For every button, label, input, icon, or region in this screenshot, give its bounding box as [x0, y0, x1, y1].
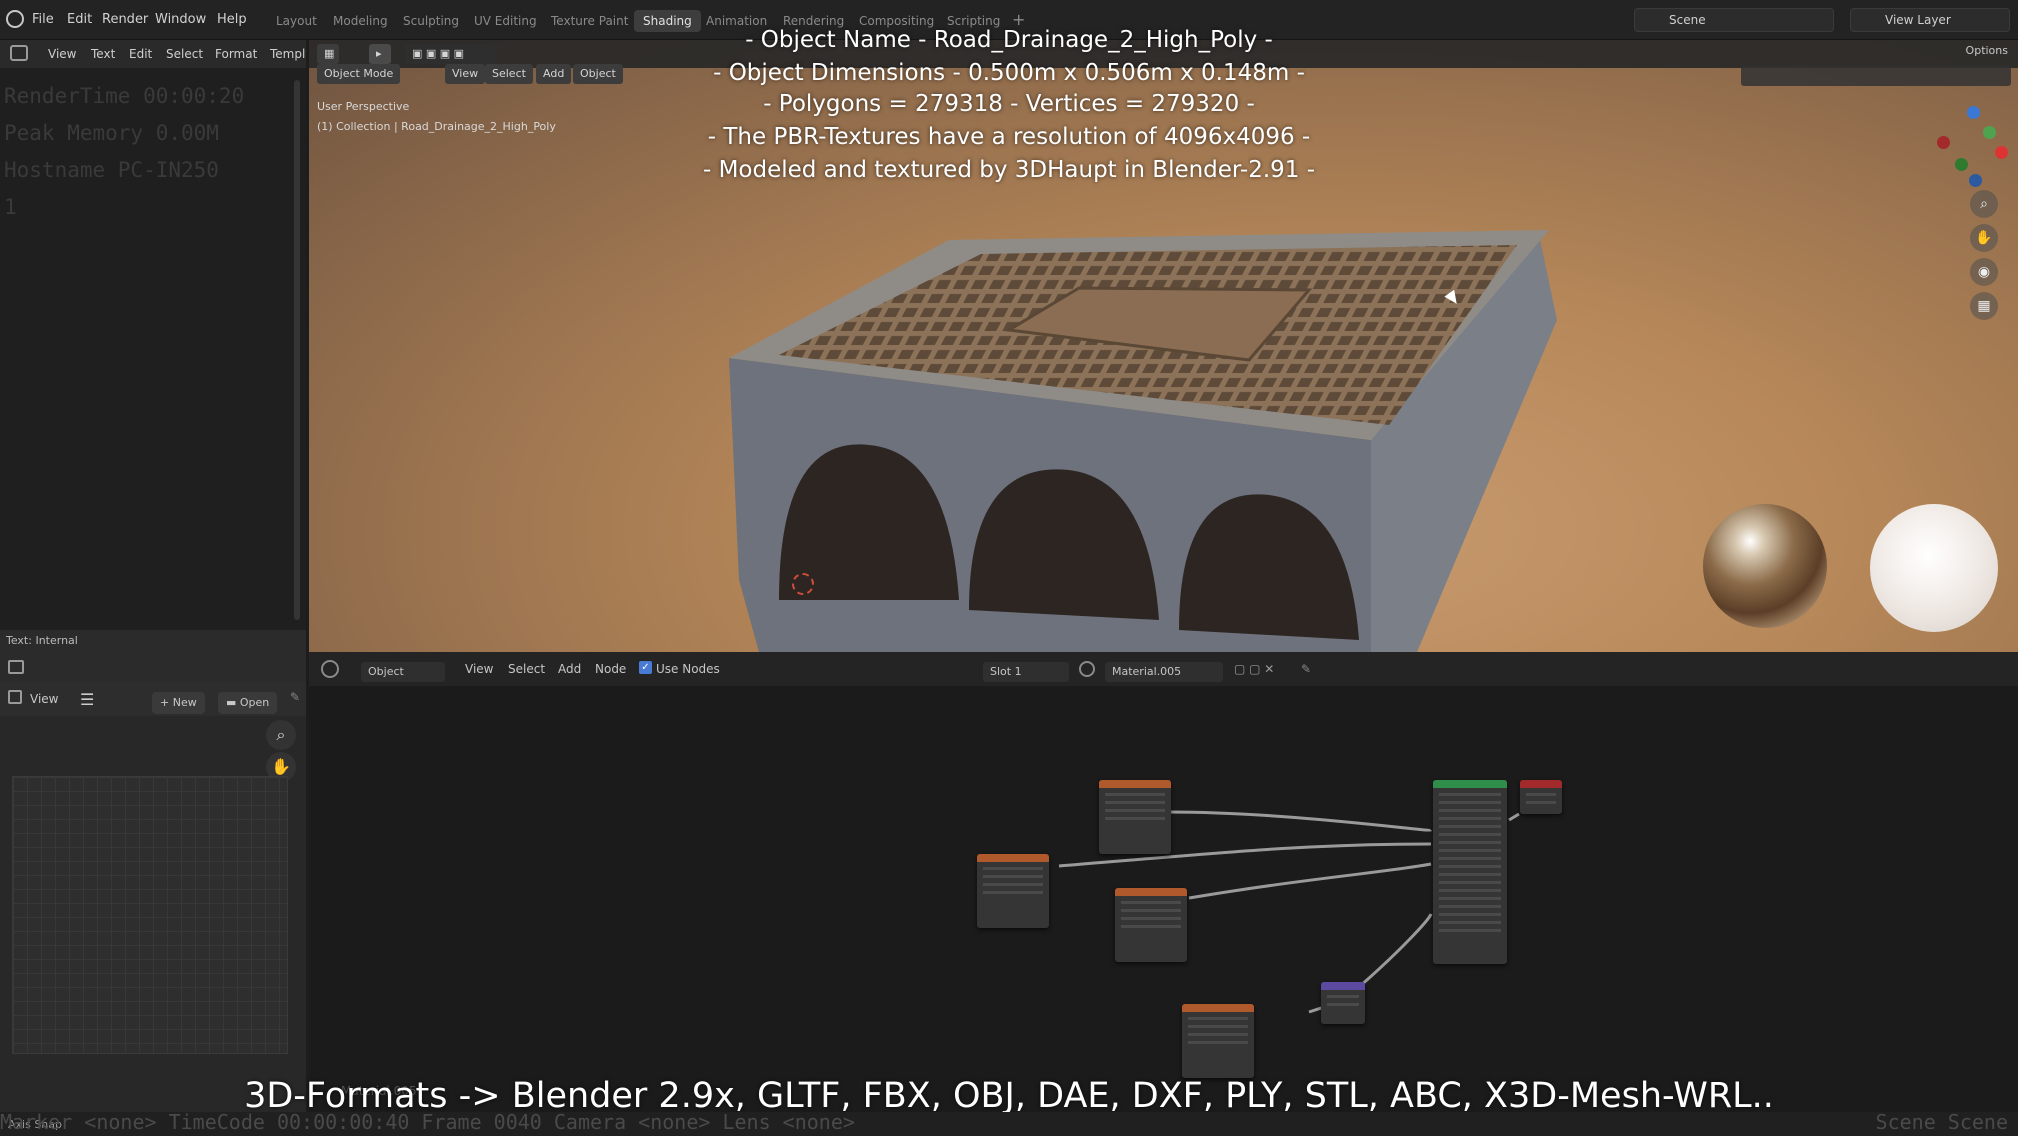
node-row [1105, 809, 1165, 812]
overlay-textures: - The PBR-Textures have a resolution of … [707, 124, 1311, 150]
grid-icon[interactable]: ▦ [1970, 292, 1998, 320]
overlay-dimensions: - Object Dimensions - 0.500m x 0.506m x … [713, 60, 1305, 86]
image-texture-node[interactable] [1099, 780, 1171, 854]
node-row [1439, 897, 1501, 900]
node-row [1105, 793, 1165, 796]
status-frame-info: Marker <none> TimeCode 00:00:00:40 Frame… [0, 1110, 855, 1134]
image-texture-node[interactable] [977, 854, 1049, 928]
node-row [1121, 917, 1181, 920]
image-editor: View ☰ + New ▬ Open ✎ ⌕ ✋ [0, 652, 306, 1136]
hdri-metal-sphere [1703, 504, 1827, 628]
node-row [1327, 1003, 1359, 1006]
node-row [1526, 793, 1556, 796]
open-image-button[interactable]: ▬ Open [218, 692, 278, 714]
image-editor-toolbar [0, 652, 306, 682]
node-row [1439, 833, 1501, 836]
node-header [1433, 780, 1507, 788]
node-row [1188, 1033, 1248, 1036]
image-menu-view[interactable]: View [30, 692, 58, 706]
overlay-object-name: - Object Name - Road_Drainage_2_High_Pol… [745, 27, 1273, 53]
node-row [1439, 881, 1501, 884]
zoom-icon[interactable]: ⌕ [266, 720, 296, 750]
node-row [1327, 995, 1359, 998]
node-row [1105, 817, 1165, 820]
node-row [1439, 825, 1501, 828]
pan-hand-icon[interactable]: ✋ [1970, 224, 1998, 252]
node-row [983, 875, 1043, 878]
principled-bsdf-node[interactable] [1433, 780, 1507, 964]
hdri-diffuse-sphere [1870, 504, 1998, 632]
node-row [983, 883, 1043, 886]
image-texture-node[interactable] [1182, 1004, 1254, 1078]
overlay-author: - Modeled and textured by 3DHaupt in Ble… [702, 157, 1316, 183]
shader-node-editor[interactable]: Object View Select Add Node ✓ Use Nodes … [309, 652, 2018, 1136]
status-bar: Axis Snap Marker <none> TimeCode 00:00:0… [0, 1110, 2018, 1136]
node-row [1439, 857, 1501, 860]
node-row [1439, 801, 1501, 804]
normal-map-node[interactable] [1321, 982, 1365, 1024]
image-canvas[interactable] [12, 776, 288, 1054]
camera-icon[interactable]: ◉ [1970, 258, 1998, 286]
node-row [1105, 801, 1165, 804]
node-row [983, 891, 1043, 894]
zoom-icon[interactable]: ⌕ [1970, 190, 1998, 218]
node-header [1182, 1004, 1254, 1012]
node-row [1439, 809, 1501, 812]
status-scene-info: Scene Scene [1875, 1110, 2008, 1134]
material-output-node[interactable] [1520, 780, 1562, 814]
image-mode-icon[interactable] [8, 690, 22, 704]
node-header [977, 854, 1049, 862]
open-image-label: Open [239, 696, 270, 709]
new-image-label: New [172, 696, 197, 709]
node-row [1526, 801, 1556, 804]
node-row [1439, 873, 1501, 876]
node-row [1439, 793, 1501, 796]
node-row [1121, 925, 1181, 928]
node-row [1439, 929, 1501, 932]
node-row [1439, 905, 1501, 908]
node-row [1439, 913, 1501, 916]
node-row [1439, 841, 1501, 844]
node-header [1099, 780, 1171, 788]
text-editor-footer: Text: Internal [0, 630, 306, 652]
image-texture-node[interactable] [1115, 888, 1187, 962]
node-row [983, 867, 1043, 870]
image-editor-header: View ☰ + New ▬ Open ✎ [0, 682, 306, 716]
overlay-polygons: - Polygons = 279318 - Vertices = 279320 … [763, 91, 1255, 117]
node-row [1121, 909, 1181, 912]
node-header [1520, 780, 1562, 788]
node-row [1439, 889, 1501, 892]
3d-cursor-icon [792, 573, 814, 595]
node-row [1188, 1025, 1248, 1028]
editor-type-icon[interactable] [8, 660, 24, 674]
pin-icon[interactable]: ✎ [290, 690, 300, 704]
text-line: 1 [4, 195, 17, 219]
node-row [1439, 865, 1501, 868]
node-row [1188, 1041, 1248, 1044]
node-header [1321, 982, 1365, 990]
node-row [1188, 1017, 1248, 1020]
node-header [1115, 888, 1187, 896]
node-row [1439, 817, 1501, 820]
node-row [1121, 901, 1181, 904]
node-row [1439, 849, 1501, 852]
blender-window: File Edit Render Window Help Layout Mode… [0, 0, 2018, 1136]
hamburger-icon[interactable]: ☰ [80, 690, 94, 709]
node-row [1439, 921, 1501, 924]
new-image-button[interactable]: + New [152, 692, 205, 714]
